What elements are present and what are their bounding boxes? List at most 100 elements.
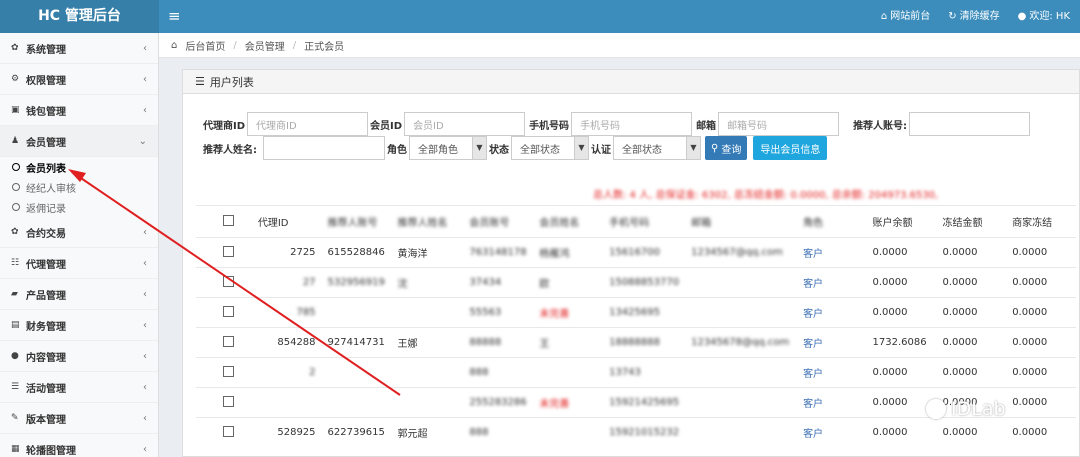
table-cell: 528925 [251, 417, 322, 448]
referrer-account-input[interactable] [909, 112, 1031, 136]
column-header: 冻结金额 [936, 205, 1007, 238]
row-checkbox[interactable] [223, 275, 234, 287]
table-cell: 0.0000 [1006, 297, 1076, 328]
row-checkbox[interactable] [223, 425, 234, 437]
row-checkbox[interactable] [223, 245, 234, 257]
breadcrumb-level1[interactable]: 会员管理 [245, 38, 285, 53]
table-cell: 王娜 [391, 327, 464, 358]
panel-header: ☰ 用户列表 [183, 70, 1079, 94]
table-cell: 0.0000 [1006, 387, 1076, 418]
search-button[interactable]: ⚲ 查询 [705, 136, 748, 160]
role-label: 角色 [387, 144, 407, 156]
table-cell: 2 [251, 357, 322, 388]
table-cell: 0.0000 [1006, 237, 1076, 268]
row-checkbox-cell[interactable] [196, 327, 252, 358]
table-cell: 0.0000 [1006, 267, 1076, 298]
sidebar-item[interactable]: ● 内容管理 ‹ [0, 341, 158, 372]
column-header: 账户余额 [866, 205, 937, 238]
panel-title: 用户列表 [209, 75, 254, 89]
table-cell: 1732.6086 [866, 327, 937, 358]
app-logo[interactable]: HC 管理后台 [0, 0, 159, 33]
table-row: 785 55563 未完善 13425695 客户 0.0000 0.0000 0.0000 [196, 297, 1076, 328]
site-front-link[interactable]: ⌂ 网站前台 [881, 0, 930, 33]
referrer-account-label: 推荐人账号: [853, 120, 908, 132]
sidebar-item-label: 权限管理 [26, 75, 66, 87]
phone-label: 手机号码 [529, 120, 570, 132]
row-checkbox[interactable] [223, 305, 234, 317]
table-cell: 15616700 [603, 237, 686, 268]
chevron-left-icon: ‹ [143, 288, 147, 300]
table-cell [685, 417, 798, 448]
table-cell: 沈 [391, 267, 464, 298]
sidebar-subitem[interactable]: 会员列表 [0, 157, 158, 177]
truck-icon: ▰ [11, 289, 18, 299]
sidebar-item-label: 代理管理 [26, 259, 66, 271]
column-header: 会员姓名 [533, 205, 604, 238]
sidebar-item[interactable]: ☷ 代理管理 ‹ [0, 248, 158, 279]
table-cell: 客户 [797, 387, 867, 418]
sidebar-item[interactable]: ☰ 活动管理 ‹ [0, 372, 158, 403]
email-input[interactable]: 邮箱号码 [718, 112, 840, 136]
chevron-left-icon: ‹ [143, 226, 147, 238]
role-select[interactable]: 全部角色 ▼ [409, 136, 487, 160]
sidebar-item-label: 合约交易 [26, 228, 66, 240]
select-all-checkbox[interactable] [223, 214, 234, 226]
sidebar-item[interactable]: ✿ 合约交易 ‹ [0, 217, 158, 248]
sidebar-item[interactable]: ▤ 财务管理 ‹ [0, 310, 158, 341]
export-members-button[interactable]: 导出会员信息 [753, 136, 828, 160]
column-header: 会员账号 [463, 205, 534, 238]
table-cell: 12345678@qq.com [685, 327, 798, 358]
row-checkbox[interactable] [223, 335, 234, 347]
phone-input[interactable]: 手机号码 [571, 112, 693, 136]
row-checkbox[interactable] [223, 395, 234, 407]
chevron-left-icon: ‹ [143, 42, 147, 54]
select-all-checkbox-header[interactable] [196, 205, 252, 238]
row-checkbox-cell[interactable] [196, 417, 252, 448]
row-checkbox-cell[interactable] [196, 267, 252, 298]
row-checkbox[interactable] [223, 365, 234, 377]
referrer-name-input[interactable] [263, 136, 385, 160]
sidebar-item[interactable]: ▰ 产品管理 ‹ [0, 279, 158, 310]
auth-select[interactable]: 全部状态 ▼ [613, 136, 701, 160]
sidebar-item-label: 产品管理 [26, 290, 66, 302]
sidebar-item-label: 钱包管理 [26, 106, 66, 118]
table-cell: 888 [463, 417, 534, 448]
status-select[interactable]: 全部状态 ▼ [511, 136, 589, 160]
sidebar-item[interactable]: ▦ 轮播图管理 ‹ [0, 434, 158, 457]
row-checkbox-cell[interactable] [196, 237, 252, 268]
summary-text: 总人数: 4 人, 总保证金: 6302, 总冻结金额: 0.0000, 总余额… [593, 190, 939, 201]
email-label: 邮箱 [696, 120, 717, 132]
table-cell: 客户 [797, 267, 867, 298]
table-cell: 0.0000 [936, 237, 1007, 268]
sidebar-item[interactable]: ▣ 钱包管理 ‹ [0, 95, 158, 126]
table-cell: 88888 [463, 327, 534, 358]
table-cell: 1234567@qq.com [685, 237, 798, 268]
table-cell: 0.0000 [936, 297, 1007, 328]
search-icon: ⚲ [711, 142, 719, 154]
home-icon: ⌂ [880, 11, 888, 22]
sidebar-item[interactable]: ⚙ 权限管理 ‹ [0, 64, 158, 95]
sidebar-item[interactable]: ♟ 会员管理 ⌄ [0, 126, 158, 157]
sidebar-item[interactable]: ✎ 版本管理 ‹ [0, 403, 158, 434]
column-header: 角色 [797, 205, 867, 238]
sidebar-subitem[interactable]: 返佣记录 [0, 197, 158, 217]
column-header: 推荐人姓名 [391, 205, 464, 238]
agent-id-input[interactable]: 代理商ID [247, 112, 369, 136]
sidebar-subitem[interactable]: 经纪人审核 [0, 177, 158, 197]
row-checkbox-cell[interactable] [196, 357, 252, 388]
chevron-left-icon: ‹ [143, 350, 147, 362]
user-menu[interactable]: ● 欢迎: HK [1018, 0, 1070, 33]
table-cell: 0.0000 [866, 297, 937, 328]
breadcrumb-home[interactable]: 后台首页 [185, 38, 225, 53]
sidebar-item[interactable]: ✿ 系统管理 ‹ [0, 33, 158, 64]
row-checkbox-cell[interactable] [196, 387, 252, 418]
table-cell: 15921425695 [603, 387, 686, 418]
clear-cache-link[interactable]: ↻ 清除缓存 [948, 0, 999, 33]
row-checkbox-cell[interactable] [196, 297, 252, 328]
chevron-left-icon: ‹ [143, 412, 147, 424]
member-id-input[interactable]: 会员ID [404, 112, 526, 136]
menu-toggle-icon[interactable]: ≡ [168, 0, 181, 33]
gear-icon: ✿ [11, 43, 19, 53]
table-cell: 0.0000 [936, 357, 1007, 388]
table-cell [391, 357, 464, 388]
